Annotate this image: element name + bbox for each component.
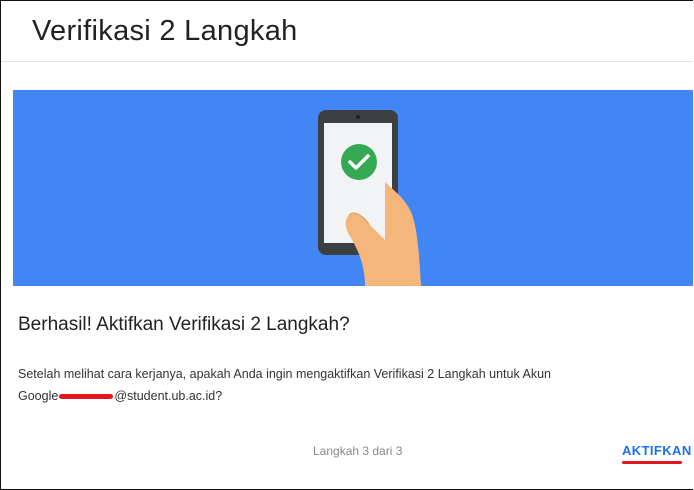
account-prefix: Google [18,389,59,403]
confirmation-text: Setelah melihat cara kerjanya, apakah An… [18,363,693,407]
success-headline: Berhasil! Aktifkan Verifikasi 2 Langkah? [18,314,350,335]
activate-button[interactable]: AKTIFKAN [622,443,692,458]
confirmation-line-1: Setelah melihat cara kerjanya, apakah An… [18,367,551,381]
hero-banner [13,90,693,286]
dialog-frame: Verifikasi 2 Langkah Berhasil! Aktifkan … [0,0,693,490]
step-indicator: Langkah 3 dari 3 [313,444,403,458]
activate-underline-mark [622,461,682,464]
page-title: Verifikasi 2 Langkah [32,15,298,47]
phone-check-icon [318,110,421,286]
account-email-domain: @student.ub.ac.id? [114,389,223,403]
redaction-mark [59,394,114,400]
dialog-header: Verifikasi 2 Langkah [1,1,693,62]
